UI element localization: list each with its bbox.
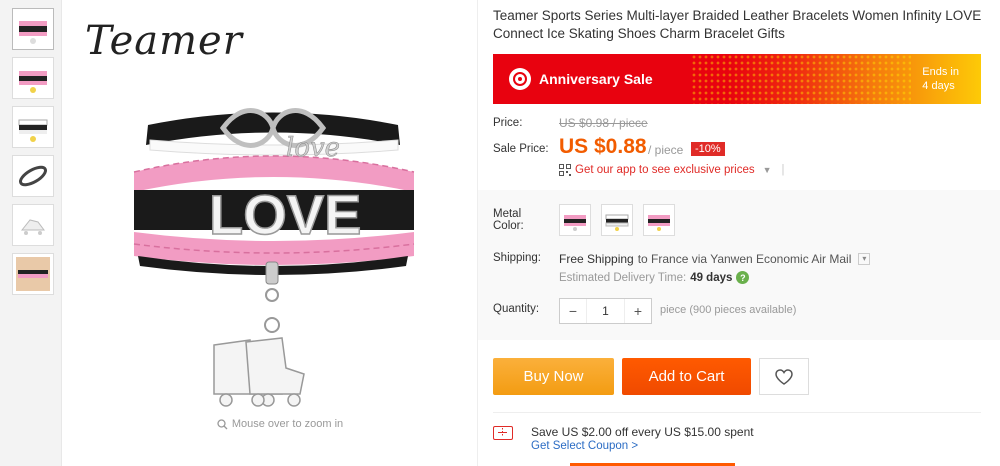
sale-price-label: Sale Price: <box>493 143 549 155</box>
banner-pattern <box>691 54 911 104</box>
original-price: US $0.98 / piece <box>559 116 648 130</box>
ends-line-1: Ends in <box>922 66 959 78</box>
delivery-time: Estimated Delivery Time: 49 days ? <box>559 271 750 284</box>
heart-icon <box>775 368 793 385</box>
quantity-label: Quantity: <box>493 303 540 315</box>
quantity-stepper[interactable]: − 1 + <box>559 298 652 324</box>
metal-color-label-line1: Metal <box>493 208 522 220</box>
app-price-link[interactable]: Get our app to see exclusive prices ▼ | <box>559 164 785 176</box>
buy-now-button[interactable]: Buy Now <box>493 358 614 395</box>
help-icon[interactable]: ? <box>736 271 750 284</box>
sale-label: Anniversary Sale <box>539 71 653 87</box>
thumbnail-strip <box>0 0 62 466</box>
thumbnail-2[interactable] <box>12 57 54 99</box>
thumbnail-4[interactable] <box>12 155 54 197</box>
zoom-hint: Mouse over to zoom in <box>160 418 400 430</box>
delivery-value: 49 days <box>690 271 733 284</box>
coupon-icon <box>493 426 513 440</box>
shipping-dropdown-icon[interactable]: ▾ <box>858 253 871 265</box>
sale-clock-icon <box>509 68 531 90</box>
coupon-offer-text: Save US $2.00 off every US $15.00 spent <box>531 425 754 439</box>
price-label: Price: <box>493 117 523 129</box>
color-option-pink[interactable] <box>559 204 591 236</box>
thumbnail-5[interactable] <box>12 204 54 246</box>
sale-ends: Ends in 4 days <box>922 65 959 93</box>
metal-color-label: Metal Color: <box>493 208 524 232</box>
divider-horizontal <box>493 412 981 413</box>
color-option-pink-gold[interactable] <box>643 204 675 236</box>
product-title: Teamer Sports Series Multi-layer Braided… <box>493 8 982 41</box>
qr-code-icon <box>559 164 571 176</box>
wishlist-button[interactable] <box>759 358 809 395</box>
shipping-destination: to France via Yanwen Economic Air Mail <box>637 252 852 266</box>
thumbnail-1[interactable] <box>12 8 54 50</box>
ends-line-2: 4 days <box>922 80 955 92</box>
free-shipping-text: Free Shipping <box>559 252 634 266</box>
delivery-label: Estimated Delivery Time: <box>559 271 687 284</box>
brand-logo: Teamer <box>85 18 243 64</box>
quantity-availability: piece (900 pieces available) <box>660 304 797 316</box>
love-charm-text: LOVE <box>209 183 361 246</box>
sale-price-value: US $0.88 <box>559 135 647 158</box>
anniversary-sale-banner[interactable]: Anniversary Sale Ends in 4 days <box>493 54 981 104</box>
plus-icon[interactable]: + <box>625 299 651 323</box>
thumbnail-6[interactable] <box>12 253 54 295</box>
shipping-info[interactable]: Free Shipping to France via Yanwen Econo… <box>559 252 871 266</box>
metal-color-label-line2: Color: <box>493 220 524 232</box>
get-coupon-link[interactable]: Get Select Coupon > <box>531 440 638 452</box>
separator: | <box>781 164 785 176</box>
zoom-hint-text: Mouse over to zoom in <box>231 418 344 430</box>
infinity-love-text: love <box>286 133 340 163</box>
magnifier-icon <box>217 418 228 429</box>
caret-down-icon: ▼ <box>762 165 772 175</box>
shipping-label: Shipping: <box>493 252 541 264</box>
thumbnail-3[interactable] <box>12 106 54 148</box>
per-piece-label: / piece <box>648 143 684 157</box>
color-option-white[interactable] <box>601 204 633 236</box>
add-to-cart-button[interactable]: Add to Cart <box>622 358 751 395</box>
discount-badge: -10% <box>691 142 725 156</box>
app-price-text: Get our app to see exclusive prices <box>575 164 755 176</box>
quantity-value[interactable]: 1 <box>586 299 625 323</box>
minus-icon[interactable]: − <box>560 299 586 323</box>
